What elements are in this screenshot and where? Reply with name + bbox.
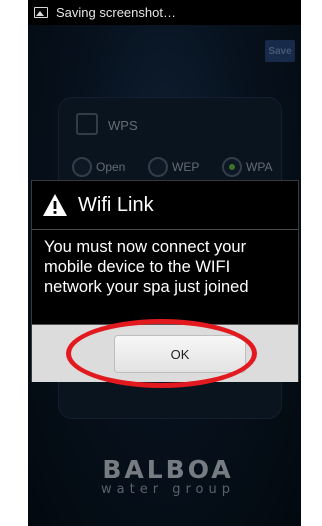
dialog-message: You must now connect your mobile device … xyxy=(44,238,249,296)
phone-screen: Saving screenshot… Save WPS Open WEP WPA… xyxy=(28,0,301,526)
screenshot-icon xyxy=(34,7,48,18)
red-highlight-circle xyxy=(66,319,257,388)
dialog-title: Wifi Link xyxy=(78,193,154,216)
status-text: Saving screenshot… xyxy=(56,5,176,20)
status-bar: Saving screenshot… xyxy=(28,0,301,25)
warning-icon xyxy=(43,194,67,216)
dialog-divider xyxy=(32,229,298,230)
dialog-title-bar: Wifi Link xyxy=(32,181,298,229)
